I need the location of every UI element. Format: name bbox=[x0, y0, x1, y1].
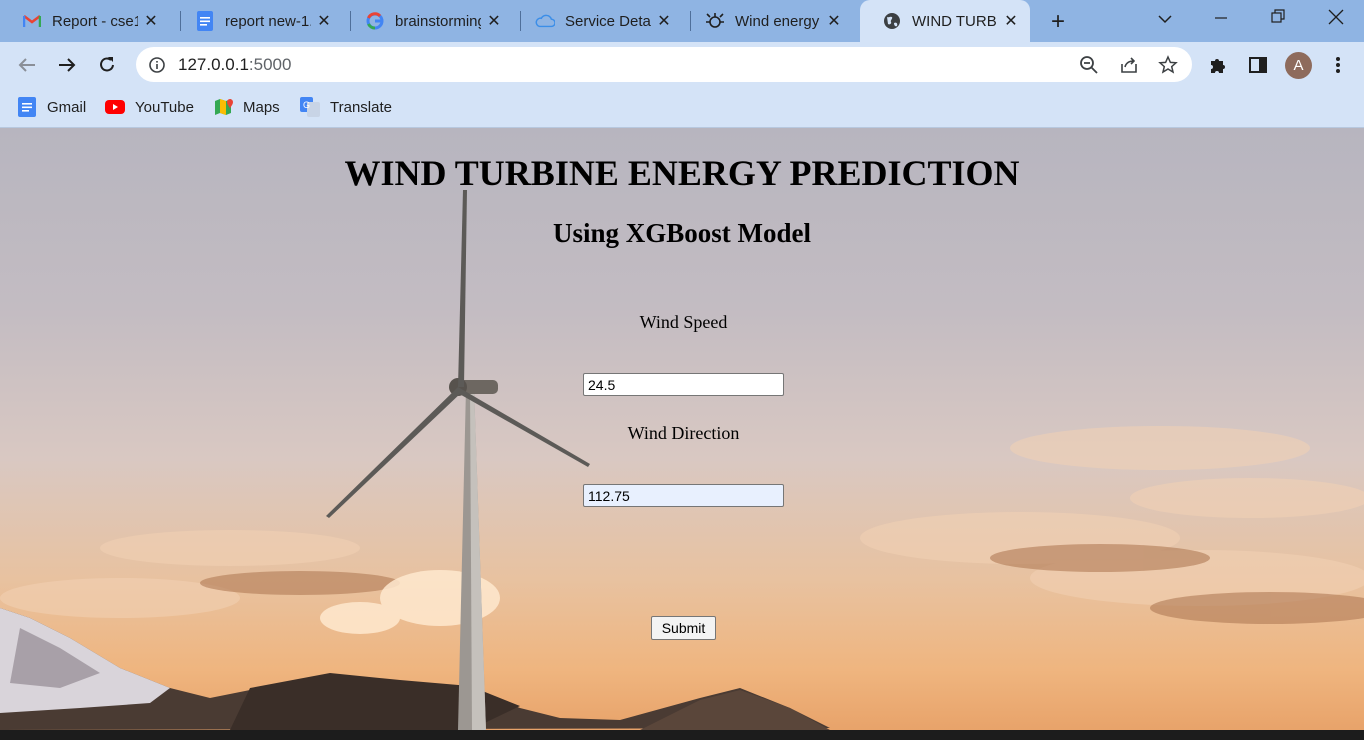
ibm-bee-icon bbox=[705, 11, 725, 31]
google-icon bbox=[365, 11, 385, 31]
kebab-menu-icon[interactable] bbox=[1325, 52, 1351, 78]
back-button[interactable] bbox=[14, 52, 40, 78]
arrow-left-icon bbox=[18, 58, 35, 72]
close-icon[interactable]: ✕ bbox=[481, 11, 507, 31]
new-tab-button[interactable]: + bbox=[1044, 8, 1072, 36]
close-icon[interactable]: ✕ bbox=[651, 11, 677, 31]
tab-report[interactable]: Report - cse1 ✕ bbox=[0, 0, 170, 42]
submit-button[interactable]: Submit bbox=[651, 616, 716, 640]
extensions-icon[interactable] bbox=[1205, 52, 1231, 78]
share-icon[interactable] bbox=[1118, 54, 1140, 76]
restore-icon bbox=[1271, 9, 1285, 23]
tab-title: Wind energy bbox=[735, 12, 820, 30]
reload-button[interactable] bbox=[94, 52, 120, 78]
tab-search-button[interactable] bbox=[1145, 8, 1185, 29]
tab-brainstorming[interactable]: brainstorming ✕ bbox=[343, 0, 513, 42]
bookmark-youtube[interactable]: YouTube bbox=[105, 96, 194, 118]
tab-title: WIND TURBII bbox=[912, 12, 998, 30]
page-viewport: WIND TURBINE ENERGY PREDICTION Using XGB… bbox=[0, 128, 1364, 730]
address-bar[interactable]: 127.0.0.1:5000 bbox=[136, 47, 1192, 82]
browser-toolbar: 127.0.0.1:5000 A bbox=[0, 42, 1364, 88]
minimize-icon bbox=[1215, 17, 1227, 19]
bookmark-label: Gmail bbox=[47, 98, 87, 116]
globe-icon bbox=[882, 11, 902, 31]
minimize-button[interactable] bbox=[1201, 6, 1241, 31]
bookmark-gmail[interactable]: Gmail bbox=[17, 96, 86, 118]
wind-direction-label: Wind Direction bbox=[627, 423, 740, 443]
youtube-icon bbox=[105, 97, 125, 117]
maps-icon bbox=[213, 97, 233, 117]
close-icon[interactable]: ✕ bbox=[138, 11, 164, 31]
zoom-out-icon[interactable] bbox=[1078, 54, 1100, 76]
svg-text:G: G bbox=[303, 100, 310, 110]
tab-wind-turbine[interactable]: WIND TURBII ✕ bbox=[860, 0, 1030, 42]
close-window-button[interactable] bbox=[1316, 4, 1356, 33]
cloud-icon bbox=[535, 11, 555, 31]
restore-button[interactable] bbox=[1258, 6, 1298, 31]
url-host: 127.0.0.1 bbox=[178, 55, 249, 74]
gmail-icon bbox=[22, 11, 42, 31]
side-panel-icon[interactable] bbox=[1245, 52, 1271, 78]
tab-wind-energy[interactable]: Wind energy ✕ bbox=[683, 0, 853, 42]
forward-button[interactable] bbox=[54, 52, 80, 78]
bookmark-maps[interactable]: Maps bbox=[213, 96, 280, 118]
bookmark-label: Maps bbox=[243, 98, 280, 116]
bookmarks-bar: Gmail YouTube Maps G Translate bbox=[0, 88, 1364, 128]
wind-speed-label: Wind Speed bbox=[639, 312, 728, 332]
url-text: 127.0.0.1:5000 bbox=[178, 55, 291, 75]
google-docs-icon bbox=[195, 11, 215, 31]
wind-direction-input[interactable] bbox=[583, 484, 784, 507]
star-icon[interactable] bbox=[1157, 54, 1179, 76]
close-icon[interactable]: ✕ bbox=[998, 11, 1024, 31]
tab-title: brainstorming bbox=[395, 12, 481, 30]
tab-report-new[interactable]: report new-1. ✕ bbox=[173, 0, 343, 42]
page-title: WIND TURBINE ENERGY PREDICTION bbox=[344, 153, 1020, 193]
page-subtitle: Using XGBoost Model bbox=[552, 218, 812, 248]
tab-title: Report - cse1 bbox=[52, 12, 138, 30]
close-icon[interactable]: ✕ bbox=[821, 11, 847, 31]
tab-strip: Report - cse1 ✕ report new-1. ✕ brainsto… bbox=[0, 0, 1364, 42]
close-icon[interactable]: ✕ bbox=[311, 11, 337, 31]
reload-icon bbox=[100, 57, 114, 72]
tab-service-detail[interactable]: Service Detail ✕ bbox=[513, 0, 683, 42]
wind-speed-input[interactable] bbox=[583, 373, 784, 396]
bookmark-label: Translate bbox=[330, 98, 392, 116]
os-taskbar bbox=[0, 730, 1364, 740]
profile-avatar[interactable]: A bbox=[1285, 52, 1312, 79]
bookmark-translate[interactable]: G Translate bbox=[300, 96, 392, 118]
bookmark-label: YouTube bbox=[135, 98, 194, 116]
info-icon[interactable] bbox=[146, 54, 168, 76]
close-icon bbox=[1328, 9, 1344, 25]
url-port: :5000 bbox=[248, 55, 292, 74]
tab-title: Service Detail bbox=[565, 12, 651, 30]
chevron-down-icon bbox=[1158, 15, 1172, 24]
gmail-icon bbox=[17, 97, 37, 117]
tab-title: report new-1. bbox=[225, 12, 311, 30]
translate-icon: G bbox=[300, 97, 320, 117]
arrow-right-icon bbox=[59, 58, 76, 72]
